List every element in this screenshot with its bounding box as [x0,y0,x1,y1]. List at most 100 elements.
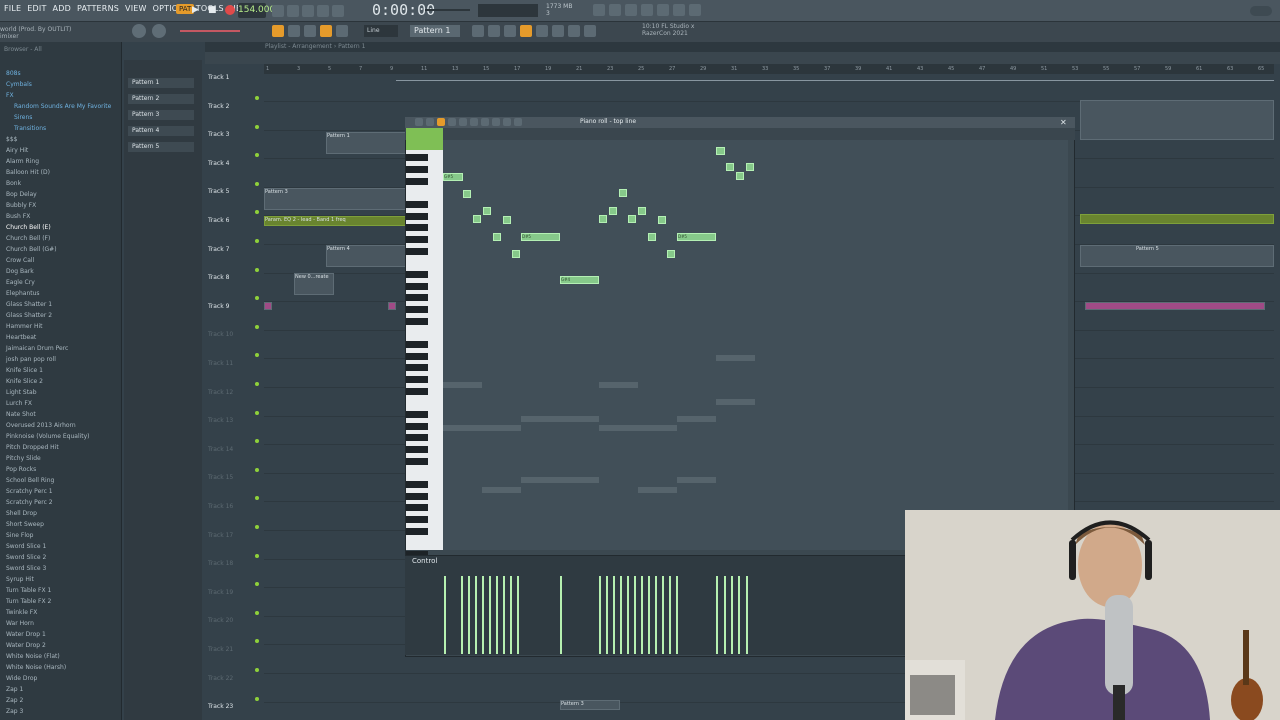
browser-file[interactable]: Lurch FX [6,400,32,407]
snap-selector[interactable]: Line [364,25,398,37]
browser-file[interactable]: Airy Hit [6,147,28,154]
pink-marker-1[interactable] [264,302,272,310]
undo-icon[interactable] [593,4,605,16]
velocity-bar[interactable] [655,576,657,654]
track-label[interactable]: Track 16 [208,503,233,510]
velocity-bar[interactable] [560,576,562,654]
close-icon[interactable]: ✕ [1060,118,1067,127]
magnet-icon[interactable] [415,118,423,126]
new-clip-track8[interactable]: New 0...reate [294,273,334,295]
track-label[interactable]: Track 13 [208,417,233,424]
pattern-clip-right-1[interactable] [1080,100,1274,140]
pattern-list-item[interactable]: Pattern 1 [128,78,194,88]
velocity-bar[interactable] [461,576,463,654]
mute-icon[interactable] [470,118,478,126]
velocity-bar[interactable] [627,576,629,654]
pattern-clip-track3[interactable]: Pattern 1 [326,132,406,154]
black-key[interactable] [406,364,428,371]
browser-file[interactable]: Light Stab [6,389,37,396]
track-label[interactable]: Track 15 [208,474,233,481]
velocity-bar[interactable] [510,576,512,654]
control-label[interactable]: Control [412,557,437,565]
black-key[interactable] [406,283,428,290]
note[interactable] [619,189,627,197]
browser-file[interactable]: Turn Table FX 1 [6,587,51,594]
black-key[interactable] [406,528,428,535]
loop-record-icon[interactable] [331,5,344,17]
note[interactable] [463,190,471,198]
track-label[interactable]: Track 2 [208,103,229,110]
note[interactable] [736,172,744,180]
note[interactable] [483,207,491,215]
browser-file[interactable]: Turn Table FX 2 [6,598,51,605]
black-key[interactable] [406,423,428,430]
browser-file[interactable]: Church Bell (G#) [6,246,57,253]
note[interactable] [512,250,520,258]
playlist-icon[interactable] [472,25,484,37]
browser-file[interactable]: Knife Slice 2 [6,378,43,385]
browser-file[interactable]: Knife Slice 1 [6,367,43,374]
automation-clip-track6[interactable]: Param. EQ 2 - lead - Band 1 freq [264,216,406,226]
velocity-bar[interactable] [746,576,748,654]
browser-file[interactable]: Pop Rocks [6,466,36,473]
black-key[interactable] [406,224,428,231]
track-mute-led[interactable] [255,96,259,100]
black-key[interactable] [406,154,428,161]
note[interactable] [648,233,656,241]
note[interactable] [599,215,607,223]
track-label[interactable]: Track 5 [208,188,229,195]
track-label[interactable]: Track 9 [208,303,229,310]
browser-file[interactable]: Church Bell (E) [6,224,51,231]
blend-icon[interactable] [316,5,329,17]
track-label[interactable]: Track 8 [208,274,229,281]
tempo-display[interactable]: 154.000 [238,3,275,18]
note[interactable] [503,216,511,224]
black-key[interactable] [406,458,428,465]
note[interactable]: D#5 [677,233,716,241]
note[interactable]: G#4 [560,276,599,284]
pencil-icon[interactable] [320,25,332,37]
browser-file[interactable]: Eagle Cry [6,279,35,286]
mic-icon[interactable] [641,4,653,16]
speaker-icon[interactable] [514,118,522,126]
note[interactable] [658,216,666,224]
track-label[interactable]: Track 1 [208,74,229,81]
browser-file[interactable]: Zap 1 [6,686,23,693]
note[interactable] [638,207,646,215]
velocity-bar[interactable] [669,576,671,654]
track-label[interactable]: Track 22 [208,675,233,682]
pattern-list-item[interactable]: Pattern 2 [128,94,194,104]
play-icon[interactable]: ▶ [192,5,199,15]
pattern-clip-right-2[interactable]: Pattern 5 [1080,245,1274,267]
browser-file[interactable]: Short Sweep [6,521,44,528]
browser-file[interactable]: War Horn [6,620,34,627]
select-icon[interactable] [492,118,500,126]
zoom-icon[interactable] [503,118,511,126]
velocity-bar[interactable] [599,576,601,654]
note[interactable] [628,215,636,223]
velocity-bar[interactable] [613,576,615,654]
wait-icon[interactable] [286,5,299,17]
browser-file[interactable]: josh pan pop roll [6,356,56,363]
note[interactable]: D#5 [521,233,560,241]
pattern-clip-track23[interactable]: Pattern 3 [560,700,620,710]
browser-file[interactable]: School Bell Ring [6,477,54,484]
black-key[interactable] [406,248,428,255]
channel-rack-icon[interactable] [504,25,516,37]
note[interactable] [716,147,725,155]
mixer-icon[interactable] [520,25,532,37]
browser-file[interactable]: Water Drop 1 [6,631,46,638]
browser-folder[interactable]: FX [6,92,14,99]
velocity-bar[interactable] [731,576,733,654]
slice-icon[interactable] [481,118,489,126]
velocity-bar[interactable] [517,576,519,654]
black-key[interactable] [406,306,428,313]
browser-file[interactable]: Nate Shot [6,411,36,418]
track-mute-led[interactable] [255,467,259,472]
browser-file[interactable]: Church Bell (F) [6,235,50,242]
metronome-icon[interactable] [426,118,434,126]
pattern-clip-track1[interactable] [396,80,1274,102]
delete-icon[interactable] [459,118,467,126]
track-label[interactable]: Track 19 [208,589,233,596]
pink-marker-2[interactable] [388,302,396,310]
